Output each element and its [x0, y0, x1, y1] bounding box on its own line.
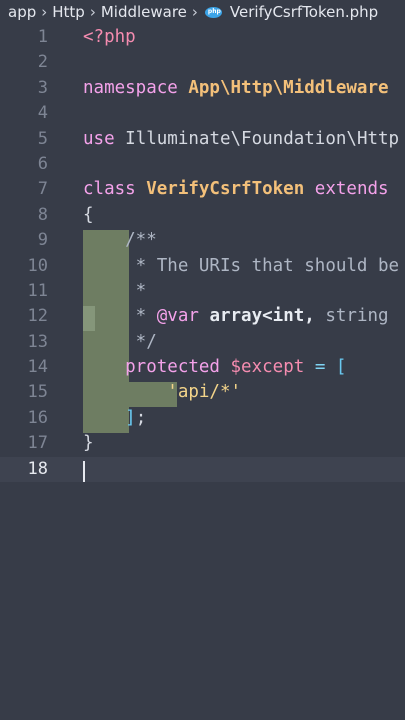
- line-number: 9: [37, 230, 48, 251]
- line-number: 15: [27, 382, 48, 403]
- code-token: ;: [135, 407, 147, 428]
- line-number: 14: [27, 357, 48, 378]
- code-token: use: [83, 128, 126, 149]
- code-token: string: [325, 306, 389, 327]
- code-line[interactable]: 12 * @var array<int, string: [0, 304, 405, 329]
- chevron-right-icon: ›: [89, 3, 96, 21]
- code-line[interactable]: 9 /**: [0, 228, 405, 253]
- chevron-right-icon: ›: [191, 3, 198, 21]
- code-editor[interactable]: app › Http › Middleware › VerifyCsrfToke…: [0, 0, 405, 720]
- code-token: @var: [156, 306, 210, 327]
- code-line[interactable]: 17}: [0, 431, 405, 456]
- line-number: 4: [37, 103, 48, 124]
- code-token: */: [83, 331, 157, 352]
- code-token: [: [335, 357, 347, 378]
- code-line[interactable]: 1 <?php: [0, 25, 405, 50]
- code-token: *: [83, 280, 147, 301]
- line-number: 6: [37, 153, 48, 174]
- php-file-icon: [204, 6, 222, 18]
- breadcrumb-item-middleware[interactable]: Middleware: [101, 3, 187, 21]
- line-content: protected $except = [: [83, 355, 346, 380]
- code-line[interactable]: 5 use Illuminate\Foundation\Http: [0, 127, 405, 152]
- line-number: 12: [27, 306, 48, 327]
- code-line[interactable]: 3 namespace App\Http\Middleware: [0, 76, 405, 101]
- line-content: ];: [83, 406, 146, 431]
- line-number: 1: [37, 27, 48, 47]
- code-token: extends: [314, 179, 389, 200]
- code-line[interactable]: 8{: [0, 203, 405, 228]
- code-line[interactable]: 4: [0, 101, 405, 126]
- code-line[interactable]: 10 * The URIs that should be: [0, 254, 405, 279]
- code-token: * The URIs that should be: [83, 255, 400, 276]
- code-token: ]: [83, 407, 136, 428]
- code-token: /**: [83, 230, 157, 251]
- line-content: {: [83, 203, 94, 228]
- breadcrumb-file-name[interactable]: VerifyCsrfToken.php: [230, 3, 378, 21]
- code-token: *: [83, 306, 157, 327]
- line-content: 'api/*': [83, 380, 241, 405]
- breadcrumb: app › Http › Middleware › VerifyCsrfToke…: [0, 0, 405, 24]
- line-content: /**: [83, 228, 157, 253]
- line-number: 2: [37, 52, 48, 73]
- line-content: *: [83, 279, 147, 304]
- code-token: {: [83, 204, 94, 225]
- line-number: 18: [27, 458, 48, 479]
- code-token: $except: [230, 357, 315, 378]
- line-number: 5: [37, 128, 48, 149]
- code-token: VerifyCsrfToken: [146, 179, 315, 200]
- code-line[interactable]: 15 'api/*': [0, 380, 405, 405]
- code-line[interactable]: 14 protected $except = [: [0, 355, 405, 380]
- code-line[interactable]: 2: [0, 50, 405, 75]
- code-line[interactable]: 13 */: [0, 330, 405, 355]
- chevron-right-icon: ›: [41, 3, 48, 21]
- code-token: App\Http\Middleware: [188, 77, 389, 98]
- code-token: Illuminate\Foundation\Http: [125, 128, 400, 149]
- line-number: 16: [27, 407, 48, 428]
- code-line[interactable]: 7 class VerifyCsrfToken extends: [0, 177, 405, 202]
- text-cursor: [83, 461, 85, 482]
- line-number: 7: [37, 179, 48, 200]
- code-line[interactable]: 11 *: [0, 279, 405, 304]
- line-content: }: [83, 431, 94, 456]
- code-token: =: [314, 357, 336, 378]
- code-token: protected: [83, 357, 231, 378]
- line-content: namespace App\Http\Middleware: [83, 76, 389, 101]
- code-line[interactable]: 16 ];: [0, 406, 405, 431]
- line-number: 3: [37, 77, 48, 98]
- line-content: <?php: [83, 25, 136, 50]
- breadcrumb-item-app[interactable]: app: [8, 3, 36, 21]
- code-area[interactable]: 1 <?php 2 3 namespace App\Http\Middleware 4 5 u…: [0, 25, 405, 483]
- code-token: 'api/*': [83, 382, 242, 403]
- code-token: class: [83, 179, 147, 200]
- line-content: */: [83, 330, 157, 355]
- line-number: 11: [27, 280, 48, 301]
- code-token: array<int,: [209, 306, 326, 327]
- breadcrumb-item-http[interactable]: Http: [52, 3, 85, 21]
- code-line[interactable]: 18: [0, 456, 405, 483]
- line-content: use Illuminate\Foundation\Http: [83, 127, 399, 152]
- line-number: 10: [27, 255, 48, 276]
- line-content: class VerifyCsrfToken extends: [83, 177, 389, 202]
- line-content: * The URIs that should be: [83, 254, 399, 279]
- code-line[interactable]: 6: [0, 152, 405, 177]
- line-content: * @var array<int, string: [83, 304, 389, 329]
- code-token: }: [83, 433, 94, 454]
- code-token: <?php: [83, 27, 136, 47]
- line-number: 8: [37, 204, 48, 225]
- line-number: 17: [27, 433, 48, 454]
- line-number: 13: [27, 331, 48, 352]
- code-token: namespace: [83, 77, 189, 98]
